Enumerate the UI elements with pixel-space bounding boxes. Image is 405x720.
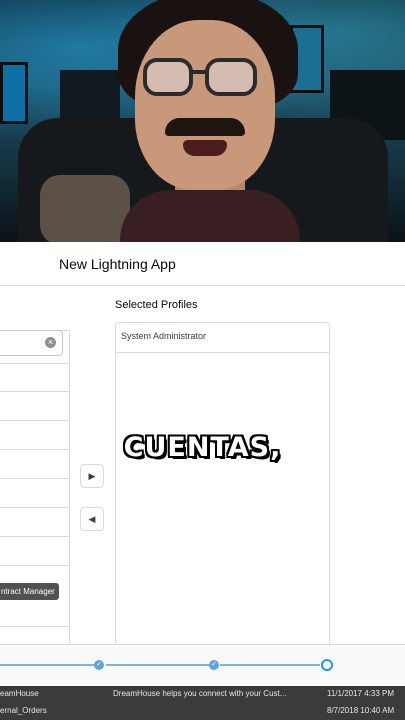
person-mouth <box>183 140 227 156</box>
list-item-divider <box>0 565 70 566</box>
row-date: 8/7/2018 10:40 AM <box>327 706 395 715</box>
person-mustache <box>165 118 245 136</box>
table-row[interactable]: eamHouse DreamHouse helps you connect wi… <box>0 686 405 703</box>
glasses-lens <box>205 58 257 96</box>
move-right-button[interactable]: ▶ <box>80 464 104 488</box>
glasses-lens <box>143 58 193 96</box>
step-complete-icon[interactable]: ✓ <box>94 660 104 670</box>
progress-line <box>0 664 95 666</box>
list-item-divider <box>0 478 70 479</box>
list-item-divider <box>0 363 70 364</box>
table-row[interactable]: ernal_Orders 8/7/2018 10:40 AM <box>0 703 405 720</box>
list-item-divider <box>0 420 70 421</box>
background-monitor <box>0 62 28 124</box>
progress-line <box>220 664 320 666</box>
app-list: eamHouse DreamHouse helps you connect wi… <box>0 686 405 720</box>
list-item-divider <box>0 626 70 627</box>
person-shirt <box>120 190 300 242</box>
video-caption: CUENTAS, <box>123 432 282 463</box>
list-item-divider <box>116 352 329 353</box>
list-item-divider <box>0 536 70 537</box>
webcam-feed <box>0 0 405 242</box>
list-item-divider <box>0 507 70 508</box>
modal-title: New Lightning App <box>0 242 405 286</box>
list-item-divider <box>0 391 70 392</box>
step-complete-icon[interactable]: ✓ <box>209 660 219 670</box>
selected-profiles-label: Selected Profiles <box>115 299 198 311</box>
clear-icon[interactable]: × <box>45 337 56 348</box>
chevron-right-icon: ▶ <box>88 470 96 481</box>
row-name: ernal_Orders <box>0 706 47 715</box>
glasses-bridge <box>191 70 207 74</box>
step-current-icon[interactable] <box>321 659 333 671</box>
progress-line <box>106 664 209 666</box>
chair-cushion <box>40 175 130 242</box>
row-date: 11/1/2017 4:33 PM <box>327 689 395 698</box>
chevron-left-icon: ◀ <box>88 513 96 524</box>
move-left-button[interactable]: ◀ <box>80 507 104 531</box>
row-description: DreamHouse helps you connect with your C… <box>113 689 287 698</box>
selected-profile-item[interactable]: System Administrator <box>121 331 206 341</box>
person-face <box>135 20 275 190</box>
row-name: eamHouse <box>0 689 39 698</box>
profile-tooltip: ntract Manager <box>0 583 59 600</box>
